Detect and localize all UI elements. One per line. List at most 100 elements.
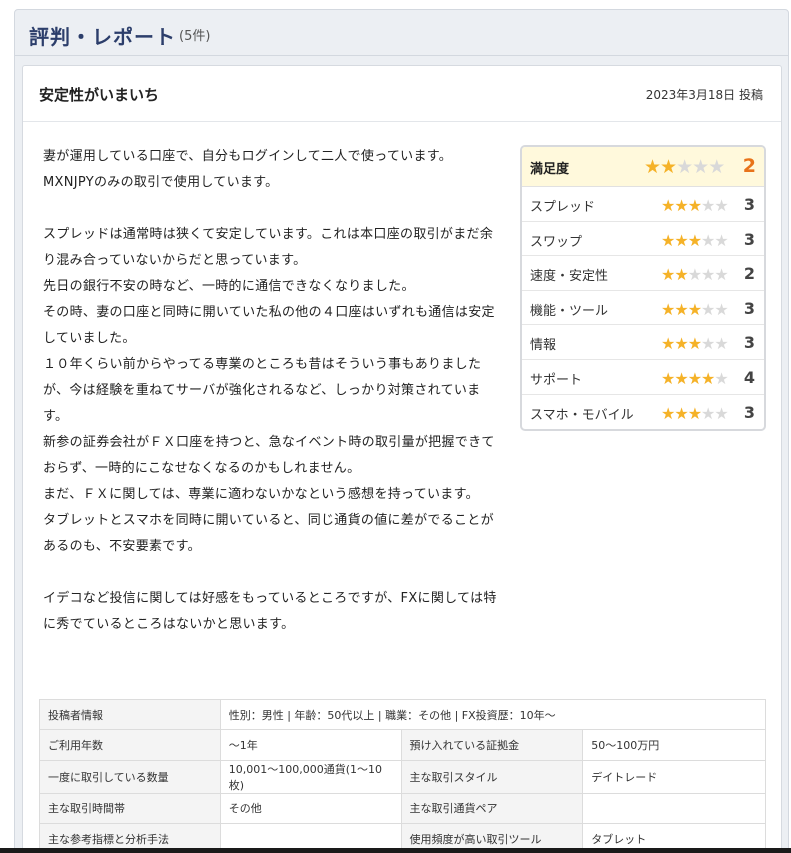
info-value: 〜1年 — [219, 729, 402, 761]
star-empty-icon: ★ — [701, 334, 715, 354]
star-empty-icon: ★ — [701, 265, 715, 285]
star-filled-icon: ★ — [644, 156, 661, 178]
review-paragraph: 新参の証券会社がＦＸ口座を持つと、急なイベント時の取引量が把握できておらず、一時… — [43, 435, 495, 476]
section-header: 評判・レポート (5件) — [15, 10, 788, 56]
rating-overall-score: 2 — [742, 155, 756, 177]
poster-info-label: 投稿者情報 — [39, 698, 221, 731]
rating-row: スマホ・モバイル ★★★★★ 3 — [522, 395, 764, 430]
rating-label: 速度・安定性 — [530, 269, 609, 285]
rating-row: 機能・ツール ★★★★★ 3 — [522, 291, 764, 326]
rating-score: 4 — [743, 367, 755, 387]
rating-list: スプレッド ★★★★★ 3 スワップ ★★★★★ 3 速度・安定性 ★★★★★ 2 機能・ツール ★… — [522, 187, 764, 429]
star-filled-icon: ★ — [661, 368, 675, 388]
bottom-bar — [0, 848, 791, 853]
review-paragraph: 先日の銀行不安の時など、一時的に通信できなくなりました。 — [43, 279, 415, 294]
info-label: 主な取引スタイル — [400, 759, 584, 794]
review-paragraph: まだ、ＦＸに関しては、専業に適わないかなという感想を持っています。 — [43, 487, 479, 502]
star-empty-icon: ★ — [701, 230, 715, 250]
star-filled-icon: ★ — [674, 299, 688, 319]
rating-stars: ★★★★★ — [661, 334, 729, 354]
star-empty-icon: ★ — [676, 156, 693, 178]
section-title: 評判・レポート — [29, 25, 176, 49]
review-paragraph: １０年くらい前からやってる専業のところも昔はそういう事もありましたが、今は経験を… — [43, 357, 482, 424]
star-filled-icon: ★ — [674, 334, 688, 354]
rating-stars: ★★★★★ — [661, 299, 729, 319]
rating-row: スワップ ★★★★★ 3 — [522, 222, 764, 257]
rating-label: 機能・ツール — [530, 303, 609, 319]
info-label: 主な取引時間帯 — [39, 792, 221, 825]
info-value: デイトレード — [582, 759, 766, 794]
star-filled-icon: ★ — [674, 368, 688, 388]
rating-label: スプレッド — [530, 200, 596, 215]
star-filled-icon: ★ — [687, 334, 702, 354]
info-value: 10,001〜100,000通貨(1〜10枚) — [219, 759, 402, 794]
rating-stars: ★★★★★ — [661, 265, 729, 285]
review-paragraph — [43, 560, 503, 586]
review-paragraph: 妻が運用している口座で、自分もログインして二人で使っています。 — [43, 149, 453, 164]
star-empty-icon: ★ — [701, 403, 715, 423]
rating-label: 情報 — [530, 338, 557, 354]
star-filled-icon: ★ — [661, 403, 675, 423]
star-filled-icon: ★ — [661, 334, 675, 354]
review-header: 安定性がいまいち 2023年3月18日 投稿 — [23, 66, 781, 122]
star-filled-icon: ★ — [674, 265, 688, 285]
star-filled-icon: ★ — [661, 299, 675, 319]
rating-overall: 満足度 ★★★★★ 2 — [522, 147, 764, 187]
star-empty-icon: ★ — [714, 265, 728, 285]
poster-info-row: 投稿者情報 性別：男性 | 年齢：50代以上 | 職業：その他 | FX投資歴：… — [39, 698, 767, 731]
poster-info-table: 投稿者情報 性別：男性 | 年齢：50代以上 | 職業：その他 | FX投資歴：… — [39, 698, 767, 853]
star-filled-icon: ★ — [687, 368, 702, 388]
info-value: 50〜100万円 — [582, 729, 766, 761]
star-empty-icon: ★ — [714, 368, 728, 388]
rating-stars: ★★★★★ — [661, 403, 729, 423]
info-value — [582, 792, 766, 825]
rating-score: 3 — [743, 298, 755, 318]
star-filled-icon: ★ — [687, 403, 702, 423]
rating-score: 3 — [743, 333, 755, 353]
star-filled-icon: ★ — [674, 403, 688, 423]
rating-overall-stars: ★★★★★ — [644, 156, 725, 178]
star-empty-icon: ★ — [714, 334, 728, 354]
rating-label: サポート — [530, 372, 583, 388]
star-filled-icon: ★ — [661, 265, 675, 285]
star-empty-icon: ★ — [708, 156, 725, 178]
rating-row: 情報 ★★★★★ 3 — [522, 325, 764, 360]
info-value: その他 — [219, 792, 402, 825]
star-empty-icon: ★ — [714, 230, 728, 250]
rating-label: スマホ・モバイル — [530, 407, 634, 423]
star-empty-icon: ★ — [701, 299, 715, 319]
star-empty-icon: ★ — [714, 299, 728, 319]
rating-score: 3 — [743, 229, 755, 249]
rating-row: サポート ★★★★★ 4 — [522, 360, 764, 395]
rating-label: スワップ — [530, 234, 583, 250]
rating-stars: ★★★★★ — [661, 230, 729, 250]
rating-row: 速度・安定性 ★★★★★ 2 — [522, 256, 764, 291]
info-row: 主な取引時間帯 その他 主な取引通貨ペア — [39, 792, 766, 825]
review-paragraph: スプレッドは通常時は狭くて安定しています。これは本口座の取引がまだ余り混み合って… — [43, 227, 494, 268]
review-date: 2023年3月18日 投稿 — [645, 88, 763, 102]
rating-score: 2 — [743, 264, 755, 284]
star-filled-icon: ★ — [660, 156, 677, 178]
review-paragraph: その時、妻の口座と同時に開いていた私の他の４口座はいずれも通信は安定していました… — [43, 305, 495, 346]
review-card: 安定性がいまいち 2023年3月18日 投稿 妻が運用している口座で、自分もログ… — [22, 65, 782, 853]
review-paragraph: タブレットとスマホを同時に開いていると、同じ通貨の値に差がでることがあるのも、不… — [43, 513, 494, 554]
rating-stars: ★★★★★ — [661, 196, 729, 215]
reviews-section: 評判・レポート (5件) 安定性がいまいち 2023年3月18日 投稿 妻が運用… — [14, 9, 789, 853]
star-empty-icon: ★ — [714, 196, 728, 215]
star-empty-icon: ★ — [687, 265, 702, 285]
rating-overall-label: 満足度 — [530, 162, 570, 177]
rating-score: 3 — [743, 402, 755, 422]
star-filled-icon: ★ — [687, 299, 702, 319]
star-filled-icon: ★ — [687, 196, 702, 215]
rating-panel: 満足度 ★★★★★ 2 スプレッド ★★★★★ 3 スワップ ★★★★★ 3 速度・安定性 ★… — [520, 145, 766, 432]
star-filled-icon: ★ — [687, 230, 702, 250]
review-paragraph — [43, 196, 503, 222]
star-empty-icon: ★ — [701, 196, 715, 215]
info-row: 一度に取引している数量 10,001〜100,000通貨(1〜10枚) 主な取引スタ… — [39, 759, 766, 794]
review-count: (5件) — [179, 29, 211, 44]
star-filled-icon: ★ — [674, 196, 688, 215]
rating-score: 3 — [743, 195, 755, 214]
review-body: 妻が運用している口座で、自分もログインして二人で使っています。 MXNJPYのみの… — [43, 144, 503, 638]
info-row: ご利用年数 〜1年 預け入れている証拠金 50〜100万円 — [39, 729, 766, 761]
review-title: 安定性がいまいち — [39, 86, 160, 104]
